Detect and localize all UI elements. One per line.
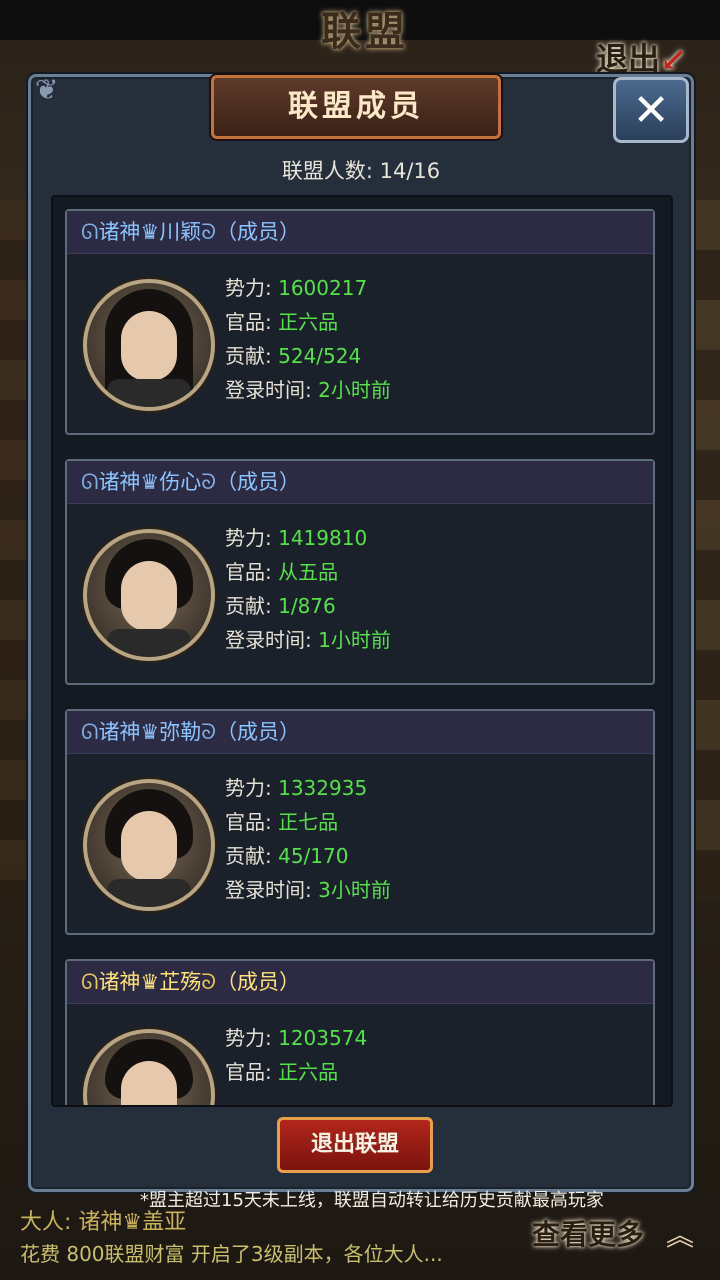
panel-title: 联盟成员 <box>211 75 501 139</box>
corner-ornament-icon: ❦ <box>35 73 59 106</box>
rank-value: 正七品 <box>278 810 339 834</box>
member-card[interactable]: ᘏ诸神♛川颖ᘐ（成员） 势力: 1600217 官品: 正六品 贡献: 524/… <box>65 209 655 435</box>
swirl-right-icon: ᘐ <box>201 470 217 494</box>
member-name-prefix: 诸神♛ <box>98 720 160 744</box>
member-stats: 势力: 1203574 官品: 正六品 <box>225 1021 367 1089</box>
view-more-button[interactable]: 查看更多 <box>514 1212 662 1258</box>
power-value: 1419810 <box>278 526 368 550</box>
login-label: 登录时间: <box>225 378 312 402</box>
avatar[interactable] <box>83 279 215 411</box>
rank-value: 正六品 <box>278 1060 339 1084</box>
swirl-right-icon: ᘐ <box>201 720 217 744</box>
member-role: （成员） <box>216 720 301 744</box>
chevron-up-icon[interactable]: ︽ <box>666 1214 694 1254</box>
swirl-right-icon: ᘐ <box>201 220 217 244</box>
contribution-label: 贡献: <box>225 594 272 618</box>
contribution-label: 贡献: <box>225 344 272 368</box>
notice-text: *盟主超过15天未上线，联盟自动转让给历史贡献最高玩家 <box>140 1190 604 1211</box>
power-value: 1332935 <box>278 776 368 800</box>
avatar[interactable] <box>83 529 215 661</box>
member-list[interactable]: ᘏ诸神♛川颖ᘐ（成员） 势力: 1600217 官品: 正六品 贡献: 524/… <box>51 195 673 1107</box>
swirl-right-icon: ᘐ <box>201 970 217 994</box>
power-label: 势力: <box>225 1026 272 1050</box>
member-card[interactable]: ᘏ诸神♛弥勒ᘐ（成员） 势力: 1332935 官品: 正七品 贡献: 45/1… <box>65 709 655 935</box>
background-title: 联盟 <box>321 8 409 55</box>
rank-value: 从五品 <box>278 560 339 584</box>
member-count-value: 14/16 <box>379 159 441 183</box>
member-name-prefix: 诸神♛ <box>98 470 160 494</box>
power-label: 势力: <box>225 276 272 300</box>
contribution-value: 45/170 <box>278 844 349 868</box>
rank-value: 正六品 <box>278 310 339 334</box>
contribution-label: 贡献: <box>225 844 272 868</box>
swirl-left-icon: ᘏ <box>81 970 99 994</box>
member-card-header: ᘏ诸神♛芷殇ᘐ（成员） <box>67 961 653 1004</box>
avatar[interactable] <box>83 1029 215 1105</box>
login-value: 2小时前 <box>318 378 391 402</box>
close-x-icon: ✕ <box>632 84 670 136</box>
swirl-left-icon: ᘏ <box>81 470 99 494</box>
chat-speaker-name: 诸神♛盖亚 <box>78 1210 187 1235</box>
member-name: 芷殇 <box>159 970 202 994</box>
background-exit-label: 退出 <box>596 40 661 78</box>
member-name-prefix: 诸神♛ <box>98 220 160 244</box>
login-value: 3小时前 <box>318 878 391 902</box>
close-button[interactable]: ✕ <box>613 77 689 143</box>
rank-label: 官品: <box>225 1060 272 1084</box>
member-card-header: ᘏ诸神♛川颖ᘐ（成员） <box>67 211 653 254</box>
login-label: 登录时间: <box>225 628 312 652</box>
chat-line-2: 花费 800联盟财富 开启了3级副本，各位大人... <box>20 1242 443 1266</box>
member-name: 伤心 <box>159 470 202 494</box>
power-value: 1203574 <box>278 1026 368 1050</box>
power-value: 1600217 <box>278 276 368 300</box>
contribution-value: 524/524 <box>278 344 362 368</box>
member-card-header: ᘏ诸神♛伤心ᘐ（成员） <box>67 461 653 504</box>
rank-label: 官品: <box>225 810 272 834</box>
alliance-members-panel: ❦ 联盟成员 ✕ 联盟人数: 14/16 ᘏ诸神♛川颖ᘐ（成员） 势力: 160… <box>28 73 694 1192</box>
chat-speaker-label: 大人: <box>20 1210 72 1235</box>
avatar[interactable] <box>83 779 215 911</box>
member-name: 弥勒 <box>159 720 202 744</box>
power-label: 势力: <box>225 526 272 550</box>
member-card[interactable]: ᘏ诸神♛芷殇ᘐ（成员） 势力: 1203574 官品: 正六品 <box>65 959 655 1105</box>
member-name-prefix: 诸神♛ <box>98 970 160 994</box>
member-card[interactable]: ᘏ诸神♛伤心ᘐ（成员） 势力: 1419810 官品: 从五品 贡献: 1/87… <box>65 459 655 685</box>
rank-label: 官品: <box>225 310 272 334</box>
swirl-left-icon: ᘏ <box>81 720 99 744</box>
member-count: 联盟人数: 14/16 <box>31 155 691 185</box>
back-arrow-icon: ↙ <box>660 40 687 78</box>
member-stats: 势力: 1332935 官品: 正七品 贡献: 45/170 登录时间: 3小时… <box>225 771 391 907</box>
member-stats: 势力: 1600217 官品: 正六品 贡献: 524/524 登录时间: 2小… <box>225 271 391 407</box>
contribution-value: 1/876 <box>278 594 336 618</box>
member-name: 川颖 <box>159 220 202 244</box>
chat-line-1: 大人: 诸神♛盖亚 <box>20 1204 186 1236</box>
member-role: （成员） <box>216 220 301 244</box>
member-card-header: ᘏ诸神♛弥勒ᘐ（成员） <box>67 711 653 754</box>
exit-alliance-button[interactable]: 退出联盟 <box>277 1117 433 1173</box>
login-label: 登录时间: <box>225 878 312 902</box>
swirl-left-icon: ᘏ <box>81 220 99 244</box>
member-count-label: 联盟人数: <box>281 159 373 183</box>
member-stats: 势力: 1419810 官品: 从五品 贡献: 1/876 登录时间: 1小时前 <box>225 521 391 657</box>
member-role: （成员） <box>216 970 301 994</box>
rank-label: 官品: <box>225 560 272 584</box>
power-label: 势力: <box>225 776 272 800</box>
login-value: 1小时前 <box>318 628 391 652</box>
member-role: （成员） <box>216 470 301 494</box>
